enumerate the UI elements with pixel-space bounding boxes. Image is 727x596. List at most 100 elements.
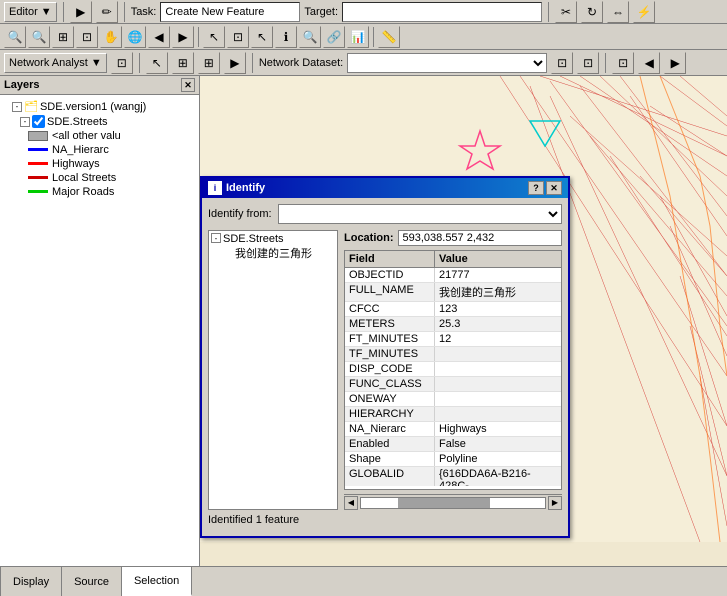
na-icon5[interactable]: ▶ [224,52,246,74]
cell-value: {616DDA6A-B216-428C- [435,467,561,486]
zoom-layer-icon[interactable]: ⊡ [76,26,98,48]
map-area[interactable]: i Identify ? ✕ Identify from: [200,76,727,566]
sep3 [548,2,549,22]
cell-field: Enabled [345,437,435,451]
network-dataset-select[interactable] [347,53,547,73]
cell-field: METERS [345,317,435,331]
cell-value: 12 [435,332,561,346]
cell-field: DISP_CODE [345,362,435,376]
select-icon[interactable]: ↖ [203,26,225,48]
sep8 [605,53,606,73]
editor-label: Editor ▼ [9,6,52,18]
network-dataset-label: Network Dataset: [259,57,343,69]
na-icon2[interactable]: ↖ [146,52,168,74]
na-icon8[interactable]: ⊡ [612,52,634,74]
identify-from-select[interactable] [278,204,562,224]
cut-icon[interactable]: ✂ [555,1,577,23]
graph-icon[interactable]: 📊 [347,26,369,48]
na-icon9[interactable]: ◀ [638,52,660,74]
sep7 [252,53,253,73]
identify-detail-pane: Location: 593,038.557 2,432 Field Value … [344,230,562,510]
pencil-btn[interactable]: ✏ [96,1,118,23]
streets-checkbox[interactable] [32,115,45,128]
sep1 [63,2,64,22]
cell-field: ONEWAY [345,392,435,406]
network-analyst-dropdown[interactable]: Network Analyst ▼ [4,53,107,73]
na-icon4[interactable]: ⊞ [198,52,220,74]
select2-icon[interactable]: ⊡ [227,26,249,48]
editor-toolbar: Editor ▼ ▶ ✏ Task: Target: ✂ ↻ ⇔ ⚡ [0,0,727,24]
main-area: Layers ✕ - 🗂 SDE.version1 (wangj) - SDE.… [0,76,727,566]
forward-icon[interactable]: ▶ [172,26,194,48]
table-row: ONEWAY [345,392,561,407]
status-bar: Display Source Selection [0,566,727,596]
tab-display[interactable]: Display [0,567,62,596]
info-icon[interactable]: ℹ [275,26,297,48]
cell-value: 25.3 [435,317,561,331]
tab-source[interactable]: Source [62,567,122,596]
identify-dialog: i Identify ? ✕ Identify from: [200,176,570,538]
editor-dropdown[interactable]: Editor ▼ [4,2,57,22]
na-icon7[interactable]: ⊡ [577,52,599,74]
dialog-title-text: Identify [226,182,265,194]
dialog-controls: ? ✕ [528,181,562,195]
tab-selection[interactable]: Selection [122,567,192,596]
task-input[interactable] [160,2,300,22]
tree-root-item: - SDE.Streets 我创建的三角形 [211,233,335,261]
target-input[interactable] [342,2,542,22]
table-row: HIERARCHY [345,407,561,422]
cursor-icon[interactable]: ↖ [251,26,273,48]
legend-local-label: Local Streets [52,172,116,184]
scroll-left-btn[interactable]: ◀ [344,496,358,510]
lightning-icon[interactable]: ⚡ [633,1,655,23]
folder-icon: 🗂 [24,100,38,113]
cell-field: TF_MINUTES [345,347,435,361]
legend-major-line [28,190,48,193]
pan-icon[interactable]: ✋ [100,26,122,48]
tree-layer-label: SDE.Streets [223,233,312,245]
table-header: Field Value [345,251,561,268]
layer-streets: - SDE.Streets [4,114,195,129]
table-body[interactable]: OBJECTID21777FULL_NAME我创建的三角形CFCC123METE… [345,268,561,486]
legend-local-line [28,176,48,179]
rotate-icon[interactable]: ↻ [581,1,603,23]
zoom-out-icon[interactable]: 🔍 [28,26,50,48]
zoom-in-icon[interactable]: 🔍 [4,26,26,48]
identify-tree-pane: - SDE.Streets 我创建的三角形 [208,230,338,510]
cell-field: GLOBALID [345,467,435,486]
layers-close-btn[interactable]: ✕ [181,78,195,92]
legend-hw-label: Highways [52,158,100,170]
back-icon[interactable]: ◀ [148,26,170,48]
globe-icon[interactable]: 🌐 [124,26,146,48]
cell-field: CFCC [345,302,435,316]
main-toolbar: 🔍 🔍 ⊞ ⊡ ✋ 🌐 ◀ ▶ ↖ ⊡ ↖ ℹ 🔍 🔗 📊 📏 [0,24,727,50]
find-icon[interactable]: 🔍 [299,26,321,48]
dialog-help-btn[interactable]: ? [528,181,544,195]
measure-icon[interactable]: 📏 [378,26,400,48]
zoom-full-icon[interactable]: ⊞ [52,26,74,48]
na-icon1[interactable]: ⊡ [111,52,133,74]
legend-local: Local Streets [4,171,195,185]
col-field-header: Field [345,251,435,267]
expand-streets-icon[interactable]: - [20,117,30,127]
legend-highways: Highways [4,157,195,171]
tree-expand-icon[interactable]: - [211,233,221,243]
dialog-content: - SDE.Streets 我创建的三角形 Location: 593,038.… [208,230,562,510]
tree-feature-label[interactable]: 我创建的三角形 [223,245,312,261]
na-icon3[interactable]: ⊞ [172,52,194,74]
legend-na-line [28,148,48,151]
mirror-icon[interactable]: ⇔ [607,1,629,23]
table-row: GLOBALID{616DDA6A-B216-428C- [345,467,561,486]
table-row: NA_NierarcHighways [345,422,561,437]
expand-icon[interactable]: - [12,102,22,112]
na-icon6[interactable]: ⊡ [551,52,573,74]
legend-major-label: Major Roads [52,186,114,198]
hyperlink-icon[interactable]: 🔗 [323,26,345,48]
dialog-close-btn[interactable]: ✕ [546,181,562,195]
h-scrollbar[interactable] [360,497,546,509]
play-btn[interactable]: ▶ [70,1,92,23]
scroll-right-btn[interactable]: ▶ [548,496,562,510]
location-value: 593,038.557 2,432 [398,230,563,246]
cell-value [435,392,561,406]
na-icon10[interactable]: ▶ [664,52,686,74]
